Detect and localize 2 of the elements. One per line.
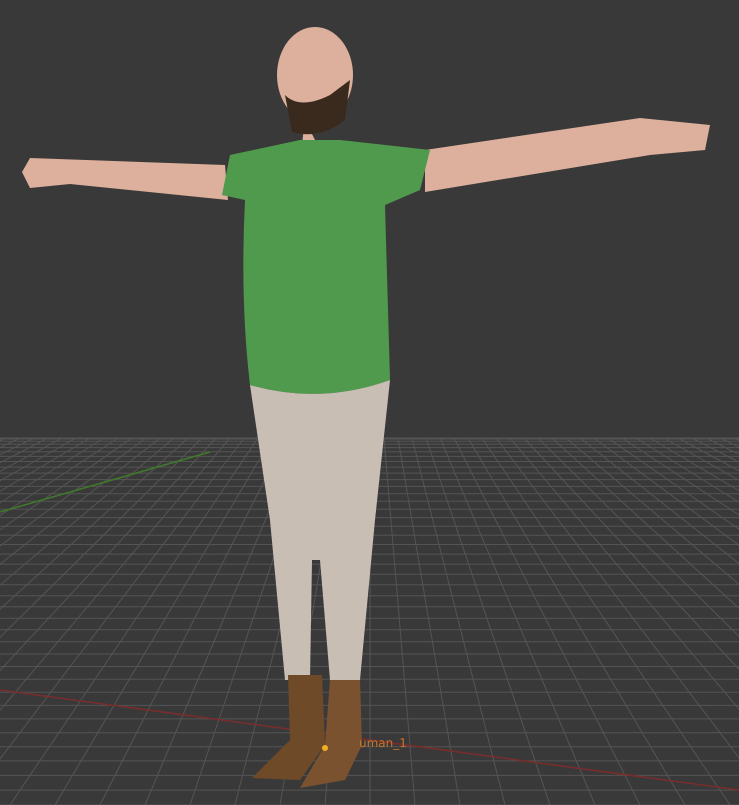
origin-dot <box>322 745 328 751</box>
object-name-label: uman_1 <box>359 737 407 749</box>
